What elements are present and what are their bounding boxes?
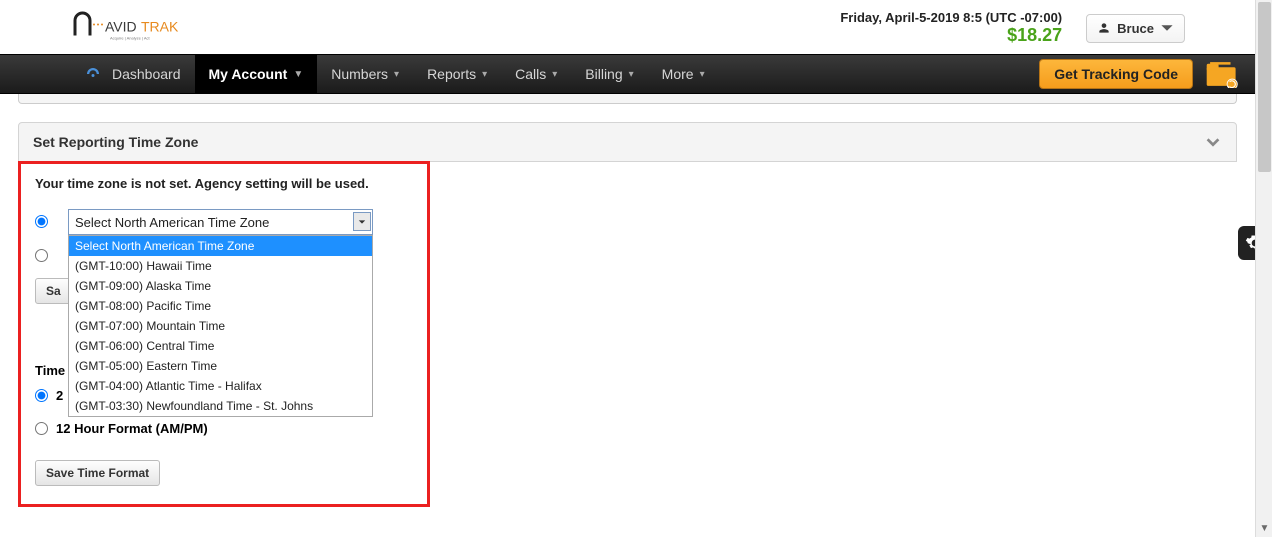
get-tracking-code-button[interactable]: Get Tracking Code xyxy=(1039,59,1193,89)
tz-option[interactable]: (GMT-04:00) Atlantic Time - Halifax xyxy=(69,376,372,396)
tz-option[interactable]: (GMT-03:30) Newfoundland Time - St. John… xyxy=(69,396,372,416)
section-title-label: Set Reporting Time Zone xyxy=(33,134,198,150)
folder-icon[interactable] xyxy=(1205,60,1239,88)
user-menu-button[interactable]: Bruce xyxy=(1086,14,1185,43)
save-timezone-button[interactable]: Sa xyxy=(35,278,72,304)
nav-dashboard[interactable]: Dashboard xyxy=(70,55,195,93)
tz-option[interactable]: (GMT-06:00) Central Time xyxy=(69,336,372,356)
scrollbar-thumb[interactable] xyxy=(1258,2,1271,172)
tz-option[interactable]: Select North American Time Zone xyxy=(69,236,372,256)
account-status: Friday, April-5-2019 8:5 (UTC -07:00) $1… xyxy=(840,10,1062,46)
format-24h-radio[interactable] xyxy=(35,389,48,402)
format-12h-radio[interactable] xyxy=(35,422,48,435)
tz-select-display[interactable]: Select North American Time Zone xyxy=(68,209,373,235)
chevron-down-icon[interactable] xyxy=(353,212,371,231)
north-america-tz-row: Select North American Time Zone Select N… xyxy=(35,209,413,235)
chevron-down-icon: ▼ xyxy=(293,69,303,80)
gauge-icon xyxy=(84,65,102,83)
nav-more[interactable]: More ▾ xyxy=(648,55,719,93)
previous-panel-footer xyxy=(18,94,1237,104)
chevron-down-icon: ▾ xyxy=(552,69,557,80)
chevron-down-icon: ▾ xyxy=(482,69,487,80)
tz-option[interactable]: (GMT-08:00) Pacific Time xyxy=(69,296,372,316)
tz-option[interactable]: (GMT-07:00) Mountain Time xyxy=(69,316,372,336)
nav-dashboard-label: Dashboard xyxy=(112,66,181,82)
nav-my-account[interactable]: My Account ▼ xyxy=(195,55,318,93)
nav-reports[interactable]: Reports ▾ xyxy=(413,55,501,93)
nav-calls-label: Calls xyxy=(515,66,546,82)
tz-warning: Your time zone is not set. Agency settin… xyxy=(35,176,413,191)
vertical-scrollbar[interactable]: ▲ ▼ xyxy=(1255,0,1272,537)
svg-text:AVID: AVID xyxy=(105,19,137,35)
save-time-format-button[interactable]: Save Time Format xyxy=(35,460,160,486)
chevron-down-icon: ▾ xyxy=(700,69,705,80)
top-header: AVID TRAK Acquire | Analyze | Act Friday… xyxy=(0,0,1255,54)
main-nav: Dashboard My Account▼ Numbers▾ Reports▾ … xyxy=(0,54,1255,94)
nav-numbers[interactable]: Numbers ▾ xyxy=(317,55,413,93)
north-america-radio[interactable] xyxy=(35,215,48,228)
user-name: Bruce xyxy=(1117,21,1154,36)
tz-option[interactable]: (GMT-09:00) Alaska Time xyxy=(69,276,372,296)
chevron-down-icon: ▾ xyxy=(394,69,399,80)
chevron-down-icon xyxy=(1160,21,1174,35)
tz-dropdown-list[interactable]: Select North American Time Zone (GMT-10:… xyxy=(68,235,373,417)
other-tz-radio[interactable] xyxy=(35,249,48,262)
svg-text:Acquire | Analyze | Ac: Acquire | Analyze | Act xyxy=(110,36,151,41)
nav-calls[interactable]: Calls ▾ xyxy=(501,55,571,93)
nav-billing[interactable]: Billing ▾ xyxy=(571,55,647,93)
nav-numbers-label: Numbers xyxy=(331,66,388,82)
logo: AVID TRAK Acquire | Analyze | Act xyxy=(70,8,220,48)
balance-label: $18.27 xyxy=(840,25,1062,46)
chevron-down-icon[interactable] xyxy=(1204,133,1222,151)
svg-text:TRAK: TRAK xyxy=(141,19,179,35)
highlighted-form: Your time zone is not set. Agency settin… xyxy=(18,161,430,507)
person-icon xyxy=(1097,21,1111,35)
tz-select[interactable]: Select North American Time Zone Select N… xyxy=(68,209,373,235)
scroll-down-arrow-icon[interactable]: ▼ xyxy=(1256,520,1272,537)
chevron-down-icon: ▾ xyxy=(629,69,634,80)
nav-billing-label: Billing xyxy=(585,66,622,82)
format-12h-row: 12 Hour Format (AM/PM) xyxy=(35,421,413,436)
section-header[interactable]: Set Reporting Time Zone xyxy=(18,122,1237,162)
nav-myaccount-label: My Account xyxy=(209,66,288,82)
tz-option[interactable]: (GMT-05:00) Eastern Time xyxy=(69,356,372,376)
nav-reports-label: Reports xyxy=(427,66,476,82)
nav-more-label: More xyxy=(662,66,694,82)
format-12h-label: 12 Hour Format (AM/PM) xyxy=(56,421,208,436)
tz-option[interactable]: (GMT-10:00) Hawaii Time xyxy=(69,256,372,276)
date-label: Friday, April-5-2019 8:5 (UTC -07:00) xyxy=(840,10,1062,25)
brand-logo-icon: AVID TRAK Acquire | Analyze | Act xyxy=(70,8,220,48)
format-24h-label: 2 xyxy=(56,388,63,403)
